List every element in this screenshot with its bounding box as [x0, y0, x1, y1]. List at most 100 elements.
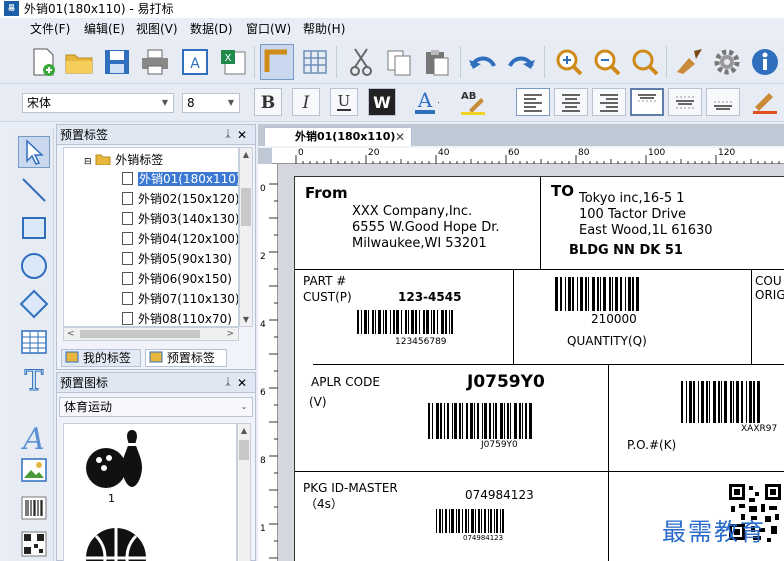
barcode-po[interactable] [681, 381, 784, 423]
tree-vertical-scrollbar[interactable]: ▲ ▼ [239, 147, 253, 327]
tree-item[interactable]: 外销03(140x130) [122, 210, 238, 229]
from-title[interactable]: From [305, 185, 348, 202]
valign-middle-button[interactable] [668, 88, 702, 116]
artistic-text-tool[interactable]: A [18, 422, 50, 454]
clear-button[interactable] [672, 44, 706, 80]
underline-button[interactable]: U [330, 88, 358, 116]
table-tool[interactable] [18, 326, 50, 358]
tree-node-root[interactable]: ⊟ 外销标签 [84, 152, 163, 170]
document-tab[interactable]: 外销01(180x110) ✕ [264, 127, 412, 147]
scroll-thumb[interactable] [241, 188, 251, 226]
design-canvas[interactable]: From XXX Company,Inc. 6555 W.Good Hope D… [278, 164, 784, 561]
v-label[interactable]: (V) [309, 395, 327, 409]
font-color-button[interactable]: A [412, 88, 440, 116]
to-bold-line[interactable]: BLDG NN DK 51 [569, 243, 683, 258]
open-button[interactable] [62, 44, 96, 80]
divider-line[interactable] [295, 471, 784, 472]
cust-label[interactable]: CUST(P) [303, 290, 352, 304]
barcode-part-text[interactable]: 123456789 [395, 337, 447, 348]
scroll-down-icon[interactable]: ▼ [241, 315, 251, 324]
align-center-button[interactable] [554, 88, 588, 116]
tree-item[interactable]: 外销07(110x130) [122, 290, 238, 309]
barcode-po-text[interactable]: XAXR97 [741, 424, 777, 435]
zoom-in-button[interactable] [552, 44, 586, 80]
diamond-tool[interactable] [18, 288, 50, 320]
divider-line[interactable] [608, 364, 609, 561]
text-frame-button[interactable]: A [178, 44, 212, 80]
to-line-3[interactable]: East Wood,1L 61630 [579, 223, 713, 238]
bold-button[interactable]: B [254, 88, 282, 116]
copy-button[interactable] [382, 44, 416, 80]
excel-import-button[interactable]: X [216, 44, 250, 80]
zoom-fit-button[interactable] [628, 44, 662, 80]
zoom-out-button[interactable] [590, 44, 624, 80]
valign-top-button[interactable] [630, 88, 664, 116]
from-line-2[interactable]: 6555 W.Good Hope Dr. [352, 220, 499, 235]
menu-help[interactable]: 帮助(H) [303, 21, 345, 37]
aplr-label[interactable]: APLR CODE [311, 375, 380, 389]
quantity-number[interactable]: 210000 [591, 312, 637, 326]
save-button[interactable] [100, 44, 134, 80]
highlight-button[interactable]: AB [458, 88, 486, 116]
menu-window[interactable]: 窗口(W) [246, 21, 291, 37]
pkg-value[interactable]: 074984123 [465, 488, 534, 502]
scroll-thumb[interactable] [239, 440, 249, 460]
line-tool[interactable] [18, 174, 50, 206]
scroll-thumb[interactable] [80, 330, 200, 338]
divider-line[interactable] [313, 364, 784, 365]
text-tool[interactable]: T [18, 364, 50, 396]
barcode-quantity[interactable] [555, 277, 675, 311]
tree-horizontal-scrollbar[interactable]: < > [63, 327, 239, 341]
paste-button[interactable] [420, 44, 454, 80]
tree-item[interactable]: 外销08(110x70) [122, 310, 232, 326]
pkg-label[interactable]: PKG ID-MASTER [303, 481, 398, 495]
icon-gallery-scrollbar[interactable]: ▲ [237, 423, 251, 561]
menu-data[interactable]: 数据(D) [190, 21, 233, 37]
close-icon[interactable]: ✕ [237, 125, 247, 145]
cut-button[interactable] [344, 44, 378, 80]
menu-view[interactable]: 视图(V) [136, 21, 178, 37]
close-tab-icon[interactable]: ✕ [395, 128, 405, 146]
tree-item[interactable]: 外销02(150x120) [122, 190, 238, 209]
menu-file[interactable]: 文件(F) [30, 21, 70, 37]
po-label[interactable]: P.O.#(K) [627, 438, 676, 452]
tree-item[interactable]: 外销01(180x110) [122, 170, 238, 189]
to-line-1[interactable]: Tokyo inc,16-5 1 [579, 191, 685, 206]
undo-button[interactable] [466, 44, 500, 80]
icon-category-select[interactable]: 体育运动 ⌄ [59, 397, 253, 417]
from-line-3[interactable]: Milwaukee,WI 53201 [352, 236, 487, 251]
cust-value[interactable]: 123-4545 [398, 290, 461, 304]
scroll-left-icon[interactable]: < [67, 328, 75, 340]
barcode-pkg[interactable] [436, 509, 528, 533]
divider-line[interactable] [540, 177, 541, 269]
from-line-1[interactable]: XXX Company,Inc. [352, 204, 472, 219]
country-label[interactable]: COU [755, 274, 782, 288]
menu-edit[interactable]: 编辑(E) [84, 21, 125, 37]
origin-label[interactable]: ORIG [755, 288, 784, 302]
scroll-right-icon[interactable]: > [226, 328, 234, 340]
qrcode-tool[interactable] [18, 528, 50, 560]
valign-bottom-button[interactable] [706, 88, 740, 116]
font-size-select[interactable]: 8 ▼ [182, 93, 240, 113]
redo-button[interactable] [504, 44, 538, 80]
to-line-2[interactable]: 100 Tactor Drive [579, 207, 686, 222]
part-label[interactable]: PART # [303, 274, 346, 288]
close-icon[interactable]: ✕ [237, 373, 247, 393]
corner-tool-button[interactable] [260, 44, 294, 80]
word-wrap-button[interactable]: W [368, 88, 396, 116]
divider-line[interactable] [513, 269, 514, 364]
basketball-icon[interactable] [84, 526, 148, 561]
tab-preset-labels[interactable]: 预置标签 [145, 349, 227, 367]
info-button[interactable] [748, 44, 782, 80]
tree-item[interactable]: 外销06(90x150) [122, 270, 232, 289]
pkg-sub-label[interactable]: （4s） [305, 497, 343, 511]
to-title[interactable]: TO [551, 183, 574, 200]
divider-line[interactable] [751, 269, 752, 364]
line-color-button[interactable] [750, 88, 778, 116]
barcode-aplr-text[interactable]: J0759Y0 [481, 440, 518, 451]
grid-button[interactable] [298, 44, 332, 80]
italic-button[interactable]: I [292, 88, 320, 116]
print-button[interactable] [138, 44, 172, 80]
barcode-tool[interactable] [18, 492, 50, 524]
ellipse-tool[interactable] [18, 250, 50, 282]
